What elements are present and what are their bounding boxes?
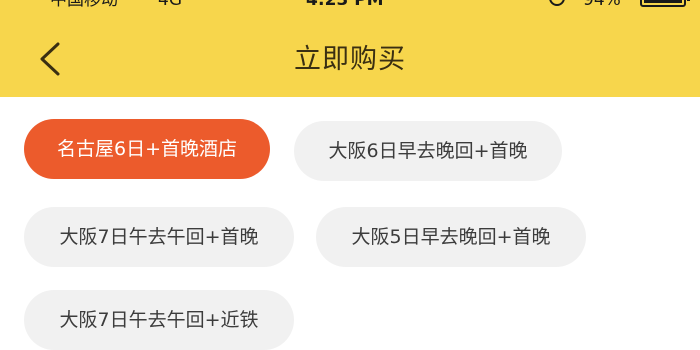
network-type: 4G [158, 0, 182, 10]
nav-bar: 立即购买 [0, 22, 700, 97]
page-title: 立即购买 [294, 44, 406, 75]
back-button[interactable] [24, 34, 76, 84]
header: 中国移动 4G 4:23 PM 94% 立即购买 [0, 0, 700, 97]
option-chip[interactable]: 名古屋6日+首晚酒店 [24, 119, 270, 179]
carrier-name: 中国移动 [50, 0, 118, 10]
alarm-icon [549, 0, 565, 6]
status-time: 4:23 PM [306, 0, 384, 10]
option-chip[interactable]: 大阪7日午去午回+近铁 [24, 290, 294, 350]
chevron-left-icon [40, 42, 60, 76]
status-bar: 中国移动 4G 4:23 PM 94% [0, 0, 700, 11]
purchase-page: 中国移动 4G 4:23 PM 94% 立即购买 名古屋6日+首晚酒店 大阪6日… [0, 0, 700, 350]
option-chip[interactable]: 大阪7日午去午回+首晚 [24, 207, 294, 267]
option-chip[interactable]: 大阪6日早去晚回+首晚 [294, 121, 562, 181]
option-chip[interactable]: 大阪5日早去晚回+首晚 [316, 207, 586, 267]
package-options: 名古屋6日+首晚酒店 大阪6日早去晚回+首晚 大阪7日午去午回+首晚 大阪5日早… [0, 97, 700, 350]
battery-percent: 94% [583, 0, 621, 10]
battery-icon [640, 0, 690, 7]
